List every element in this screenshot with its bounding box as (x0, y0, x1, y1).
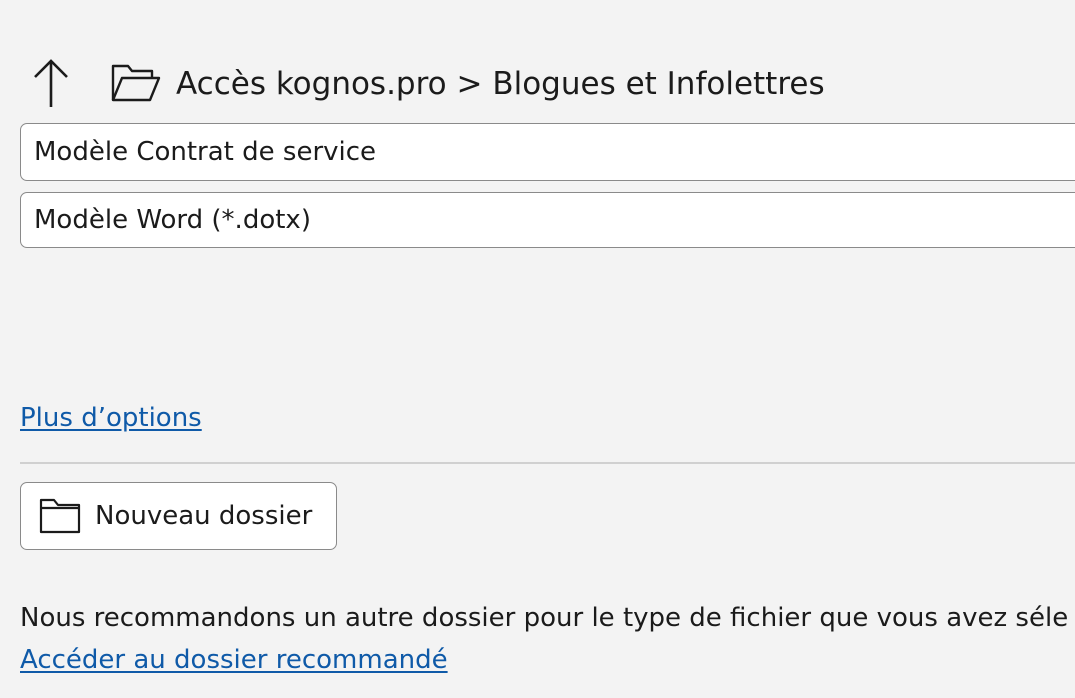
folder-icon (39, 498, 81, 534)
new-folder-button[interactable]: Nouveau dossier (20, 482, 337, 550)
recommended-folder-link[interactable]: Accéder au dossier recommandé (20, 645, 448, 675)
recommendation-message: Nous recommandons un autre dossier pour … (20, 603, 1069, 633)
new-folder-label: Nouveau dossier (95, 501, 313, 531)
arrow-up-icon (34, 59, 68, 107)
filename-field[interactable] (20, 123, 1075, 181)
folder-open-icon (111, 64, 161, 102)
divider (20, 462, 1075, 464)
breadcrumb[interactable]: Accès kognos.pro > Blogues et Infolettre… (176, 62, 825, 106)
up-button[interactable] (26, 54, 76, 112)
more-options-link[interactable]: Plus d’options (20, 403, 202, 433)
filetype-select[interactable]: Modèle Word (*.dotx) (20, 192, 1075, 248)
